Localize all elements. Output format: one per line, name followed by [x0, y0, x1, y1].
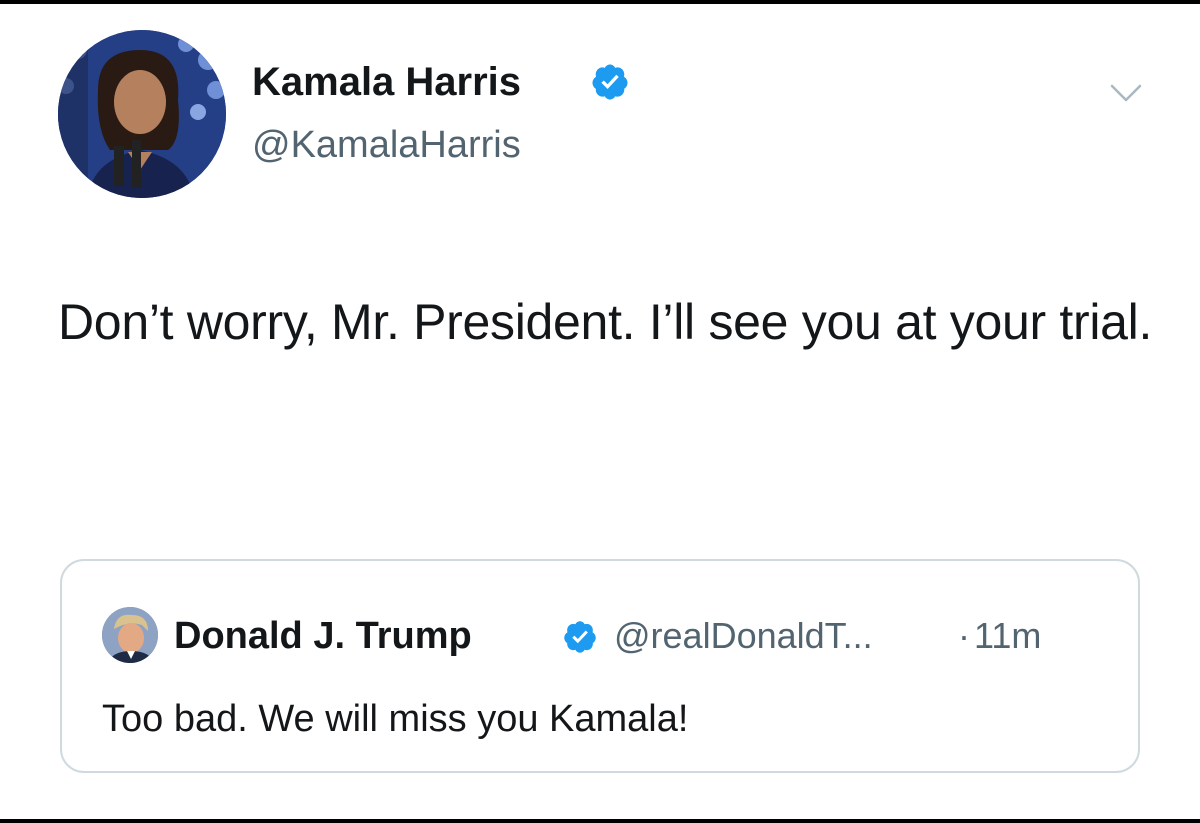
quoted-tweet-text: Too bad. We will miss you Kamala! — [102, 698, 689, 740]
quoted-author-name[interactable]: Donald J. Trump — [174, 613, 472, 659]
tweet-text: Don’t worry, Mr. President. I’ll see you… — [58, 294, 1153, 350]
meta-separator: · — [958, 615, 970, 656]
quoted-author-avatar[interactable] — [102, 607, 158, 663]
tweet-card: Kamala Harris @KamalaHarris Don’t worry,… — [0, 4, 1200, 819]
quoted-timestamp[interactable]: 11m — [974, 613, 1041, 659]
author-handle[interactable]: @KamalaHarris — [252, 122, 521, 168]
chevron-down-icon[interactable] — [1106, 78, 1146, 108]
author-name[interactable]: Kamala Harris — [252, 58, 521, 106]
quoted-tweet[interactable]: Donald J. Trump @realDonaldT... · 11m To… — [60, 559, 1140, 773]
verified-badge-icon — [564, 621, 596, 653]
quoted-author-handle[interactable]: @realDonaldT... — [614, 613, 873, 659]
author-avatar[interactable] — [58, 30, 226, 198]
verified-badge-icon — [592, 64, 628, 100]
